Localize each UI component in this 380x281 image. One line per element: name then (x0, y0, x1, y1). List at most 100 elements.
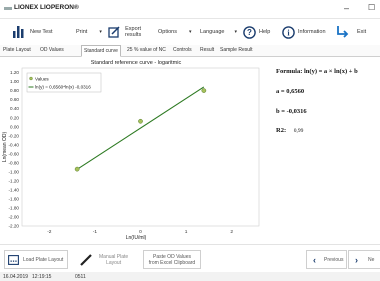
export-icon (108, 26, 120, 38)
y-tick-label: -1.40 (9, 187, 20, 192)
help-icon: ? (243, 25, 256, 39)
y-axis-label: Ln(mean OD) (2, 132, 8, 163)
legend-values-label: Values (35, 76, 49, 81)
coefficient-a: a = 0,6560 (276, 88, 305, 95)
exit-arrow-icon (337, 26, 349, 38)
chevron-down-icon: ▾ (188, 29, 192, 35)
formula-text: Formula: ln(y) = a × ln(x) + b (276, 68, 358, 75)
y-tick-label: 0.80 (10, 88, 19, 93)
data-point (74, 166, 80, 172)
svg-text:i: i (287, 28, 290, 37)
y-tick-label: -1.60 (9, 197, 20, 202)
previous-button[interactable]: ‹ Previous (306, 250, 347, 269)
manual-plate-layout-button[interactable]: Manual Plate Layout (73, 250, 135, 269)
x-axis-label: Ln(IU/ml) (126, 235, 147, 241)
r2-row: R2: 0,99 (276, 127, 303, 134)
new-test-label: New Test (30, 29, 53, 35)
help-label: Help (259, 29, 271, 35)
new-test-button[interactable]: New Test (13, 19, 53, 45)
print-label: Print (76, 29, 88, 35)
print-button[interactable]: Print ▾ (76, 19, 102, 45)
y-tick-label: -2.20 (9, 224, 20, 229)
y-tick-label: -0.40 (9, 142, 20, 147)
data-point (201, 88, 207, 93)
r2-label: R2: (276, 127, 287, 134)
y-tick-label: -1.80 (9, 206, 20, 211)
manual-plate-label-line2: Layout (106, 259, 122, 266)
y-tick-label: -0.20 (9, 133, 20, 138)
tab-od-values[interactable]: OD Values (38, 45, 66, 55)
y-tick-label: 1.00 (10, 79, 19, 84)
data-point (138, 118, 143, 124)
tab-plate-layout[interactable]: Plate Layout (1, 45, 33, 55)
options-label: Options (158, 29, 177, 35)
load-plate-layout-label: Load Plate Layout (23, 256, 64, 263)
y-tick-label: -2.00 (9, 215, 20, 220)
y-tick-label: 1.20 (10, 70, 19, 75)
information-button[interactable]: i Information (282, 19, 326, 45)
tab-25-value-nc[interactable]: 25 % value of NC (125, 45, 168, 55)
export-label: Export results (125, 26, 141, 39)
chart-svg: Standard reference curve - logaritmic 1.… (2, 60, 260, 241)
y-tick-label: -0.60 (9, 151, 20, 156)
x-tick-label: -2 (47, 229, 52, 235)
options-button[interactable]: Options ▾ (158, 19, 191, 45)
tab-result[interactable]: Result (198, 45, 216, 55)
help-button[interactable]: ? Help (243, 19, 270, 45)
load-icon (8, 254, 19, 265)
y-tick-label: -0.80 (9, 160, 20, 165)
status-bar: 16.04.2019 12:19:15 0511 (0, 272, 380, 281)
x-tick-label: 1 (185, 229, 188, 235)
pencil-icon (80, 253, 92, 266)
previous-label: Previous (324, 256, 344, 263)
export-label-line2: results (125, 32, 142, 38)
y-tick-label: 0.00 (10, 124, 19, 129)
next-label: Ne (368, 256, 375, 263)
exit-button[interactable]: Exit (336, 19, 366, 45)
load-plate-layout-button[interactable]: Load Plate Layout (4, 250, 68, 269)
y-tick-label: 0.60 (10, 97, 19, 102)
information-label: Information (298, 29, 326, 35)
y-tick-label: -1.20 (9, 178, 20, 183)
coefficient-b: b = -0,0316 (276, 108, 307, 115)
language-button[interactable]: Language ▾ (200, 19, 237, 45)
status-time: 12:19:15 (32, 274, 52, 280)
y-tick-label: 0.20 (10, 115, 19, 120)
toolbar: New Test Print ▾ Export results Options … (0, 19, 380, 45)
chevron-left-icon: ‹ (313, 254, 316, 265)
exit-label: Exit (357, 29, 367, 35)
x-tick-label: -1 (93, 229, 98, 235)
y-axis-ticks: 1.20 1.00 0.80 0.60 0.40 0.20 0.00 -0.20 -0.40 -0… (9, 70, 20, 228)
app-title: LIONEX LIOPERON® (14, 4, 79, 11)
minimize-button[interactable]: – (344, 3, 349, 13)
r2-value: 0,99 (293, 128, 304, 134)
info-icon: i (282, 25, 295, 39)
bar-chart-icon (13, 26, 24, 38)
manual-plate-label: Manual Plate Layout (99, 254, 128, 266)
legend: Values ln(y) = 0,6560*ln(x) -0,0316 (26, 72, 102, 93)
export-label-line1: Export (125, 25, 142, 32)
app-icon (4, 7, 12, 10)
next-button[interactable]: › Ne (348, 250, 380, 269)
y-tick-label: 0.40 (10, 106, 19, 111)
chevron-right-icon: › (355, 254, 358, 265)
chart-title: Standard reference curve - logaritmic (91, 60, 182, 66)
y-tick-label: -1.00 (9, 169, 20, 174)
chevron-down-icon: ▾ (99, 29, 102, 35)
svg-text:?: ? (247, 28, 252, 37)
maximize-button[interactable]: ☐ (368, 3, 375, 12)
legend-fit-label: ln(y) = 0,6560*ln(x) -0,0316 (35, 85, 91, 90)
export-results-button[interactable]: Export results (108, 19, 141, 45)
x-tick-label: 2 (230, 229, 233, 235)
tab-controls[interactable]: Controls (171, 45, 194, 55)
chevron-down-icon: ▾ (234, 29, 237, 35)
paste-od-values-button[interactable]: Paste OD Values from Excel Clipboard (143, 250, 201, 269)
paste-od-label: Paste OD Values from Excel Clipboard (149, 254, 195, 266)
language-label: Language (200, 29, 225, 35)
standard-curve-chart: Standard reference curve - logaritmic 1.… (0, 56, 267, 242)
status-code: 0511 (75, 274, 86, 280)
tab-sample-result[interactable]: Sample Result (218, 45, 255, 55)
results-panel: Formula: ln(y) = a × ln(x) + b a = 0,656… (270, 56, 380, 242)
title-bar: LIONEX LIOPERON® – ☐ (0, 0, 380, 19)
legend-values-marker (29, 76, 33, 81)
